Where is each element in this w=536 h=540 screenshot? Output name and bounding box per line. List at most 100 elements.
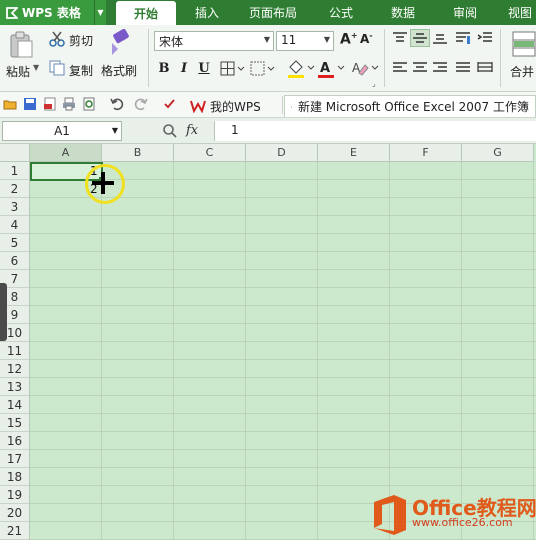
row-header[interactable]: 3 [0,198,30,216]
row-header[interactable]: 18 [0,468,30,486]
grid-line [30,359,536,360]
app-name: WPS 表格 [22,6,81,20]
row-header[interactable]: 5 [0,234,30,252]
grid-line [317,162,318,540]
tab-insert[interactable]: 插入 [180,0,234,25]
tab-view[interactable]: 视图 [500,0,536,25]
scissors-icon[interactable] [49,31,65,47]
print-preview-icon[interactable] [82,97,96,111]
print-icon[interactable] [62,97,76,111]
copy-icon[interactable] [49,60,65,76]
borders-icon[interactable] [220,61,248,77]
format-painter-button[interactable]: 格式刷 [101,62,137,79]
column-header[interactable]: D [246,144,318,162]
row-header[interactable]: 11 [0,342,30,360]
font-name-select[interactable]: 宋体 ▼ [154,31,274,51]
font-dialog-icon[interactable]: ⌟ [372,79,376,88]
insert-function-button[interactable]: fx [186,123,198,138]
undo-icon[interactable] [110,97,124,111]
align-top-icon[interactable] [392,31,408,45]
grid-line [30,269,536,270]
font-size-value: 11 [281,33,297,47]
fill-color-icon[interactable] [286,59,316,79]
app-menu-button[interactable]: WPS 表格 [0,0,94,25]
tab-review[interactable]: 审阅 [438,0,492,25]
clear-format-icon[interactable]: A [350,59,380,79]
row-header[interactable]: 19 [0,486,30,504]
name-box[interactable]: A1 ▼ [2,121,122,141]
underline-button[interactable]: U [196,59,212,77]
column-header[interactable]: B [102,144,174,162]
cut-button[interactable]: 剪切 [69,32,93,49]
row-header[interactable]: 21 [0,522,30,540]
tab-formulas[interactable]: 公式 [314,0,368,25]
copy-button[interactable]: 复制 [69,62,93,79]
format-painter-icon[interactable] [106,29,132,57]
italic-button[interactable]: I [176,59,192,77]
tab-my-wps-label: 我的WPS [210,99,261,114]
grid-line [245,162,246,540]
watermark: Office教程网 www.office26.com [370,492,536,540]
align-right-icon[interactable] [432,61,448,75]
export-pdf-icon[interactable] [43,97,57,111]
ribbon: 粘贴 ▼ 剪切 复制 格式刷 宋体 ▼ 11 ▼ A+ A- B I U A A… [0,25,536,92]
justify-icon[interactable] [455,61,471,75]
tab-page-layout[interactable]: 页面布局 [240,0,306,25]
align-center-icon[interactable] [412,61,428,75]
cell-style-icon[interactable] [250,61,278,77]
row-header[interactable]: 6 [0,252,30,270]
indent-icon[interactable] [477,31,493,45]
redo-icon[interactable] [134,97,148,111]
row-header[interactable]: 4 [0,216,30,234]
column-header[interactable]: A [30,144,102,162]
tab-data[interactable]: 数据 [376,0,430,25]
merge-cells-icon[interactable] [512,31,536,57]
side-panel-handle[interactable] [0,283,7,341]
column-header[interactable]: C [174,144,246,162]
row-header[interactable]: 14 [0,396,30,414]
select-all-corner[interactable] [0,144,30,162]
open-folder-icon[interactable] [3,97,17,111]
paste-dropdown-icon[interactable]: ▼ [33,63,39,72]
app-menu-dropdown-icon[interactable]: ▼ [94,0,106,25]
paste-icon[interactable] [8,31,34,59]
font-name-value: 宋体 [159,35,184,49]
row-header[interactable]: 15 [0,414,30,432]
decrease-font-icon[interactable]: A- [360,31,373,46]
formula-input[interactable]: 1 [214,121,536,141]
quick-access-bar: 我的WPS 新建 Microsoft Office Excel 2007 工作簿 [0,92,536,118]
increase-font-icon[interactable]: A+ [340,31,358,48]
align-left-icon[interactable] [392,61,408,75]
bold-button[interactable]: B [156,59,172,77]
tab-workbook[interactable]: 新建 Microsoft Office Excel 2007 工作簿 [284,95,536,117]
paste-label[interactable]: 粘贴 [6,63,30,80]
tab-separator [282,96,283,114]
row-header[interactable]: 2 [0,180,30,198]
column-header[interactable]: E [318,144,390,162]
spreadsheet-grid[interactable]: A B C D E F G 1 2 3 4 5 6 7 8 9 10 11 12 13 14 15 16 17 18 19 20 21… [0,144,536,540]
save-icon[interactable] [23,97,37,111]
grid-line [533,162,534,540]
row-header[interactable]: 16 [0,432,30,450]
align-bottom-icon[interactable] [432,31,448,45]
grid-line [30,287,536,288]
column-header[interactable]: G [462,144,534,162]
row-header[interactable]: 12 [0,360,30,378]
align-middle-icon[interactable] [412,31,428,45]
row-header[interactable]: 20 [0,504,30,522]
merge-button[interactable]: 合并 [510,63,534,80]
row-header[interactable]: 13 [0,378,30,396]
font-color-icon[interactable]: A [316,59,346,79]
grid-line [30,305,536,306]
tab-my-wps[interactable]: 我的WPS [184,95,267,117]
grid-line [30,395,536,396]
column-header[interactable]: F [390,144,462,162]
distributed-icon[interactable] [477,61,493,75]
row-header[interactable]: 1 [0,162,30,180]
customize-toolbar-icon[interactable] [162,97,176,111]
zoom-icon[interactable] [162,123,178,139]
font-size-select[interactable]: 11 ▼ [276,31,334,51]
tab-home[interactable]: 开始 [116,1,176,25]
wrap-text-icon[interactable] [455,31,471,45]
row-header[interactable]: 17 [0,450,30,468]
